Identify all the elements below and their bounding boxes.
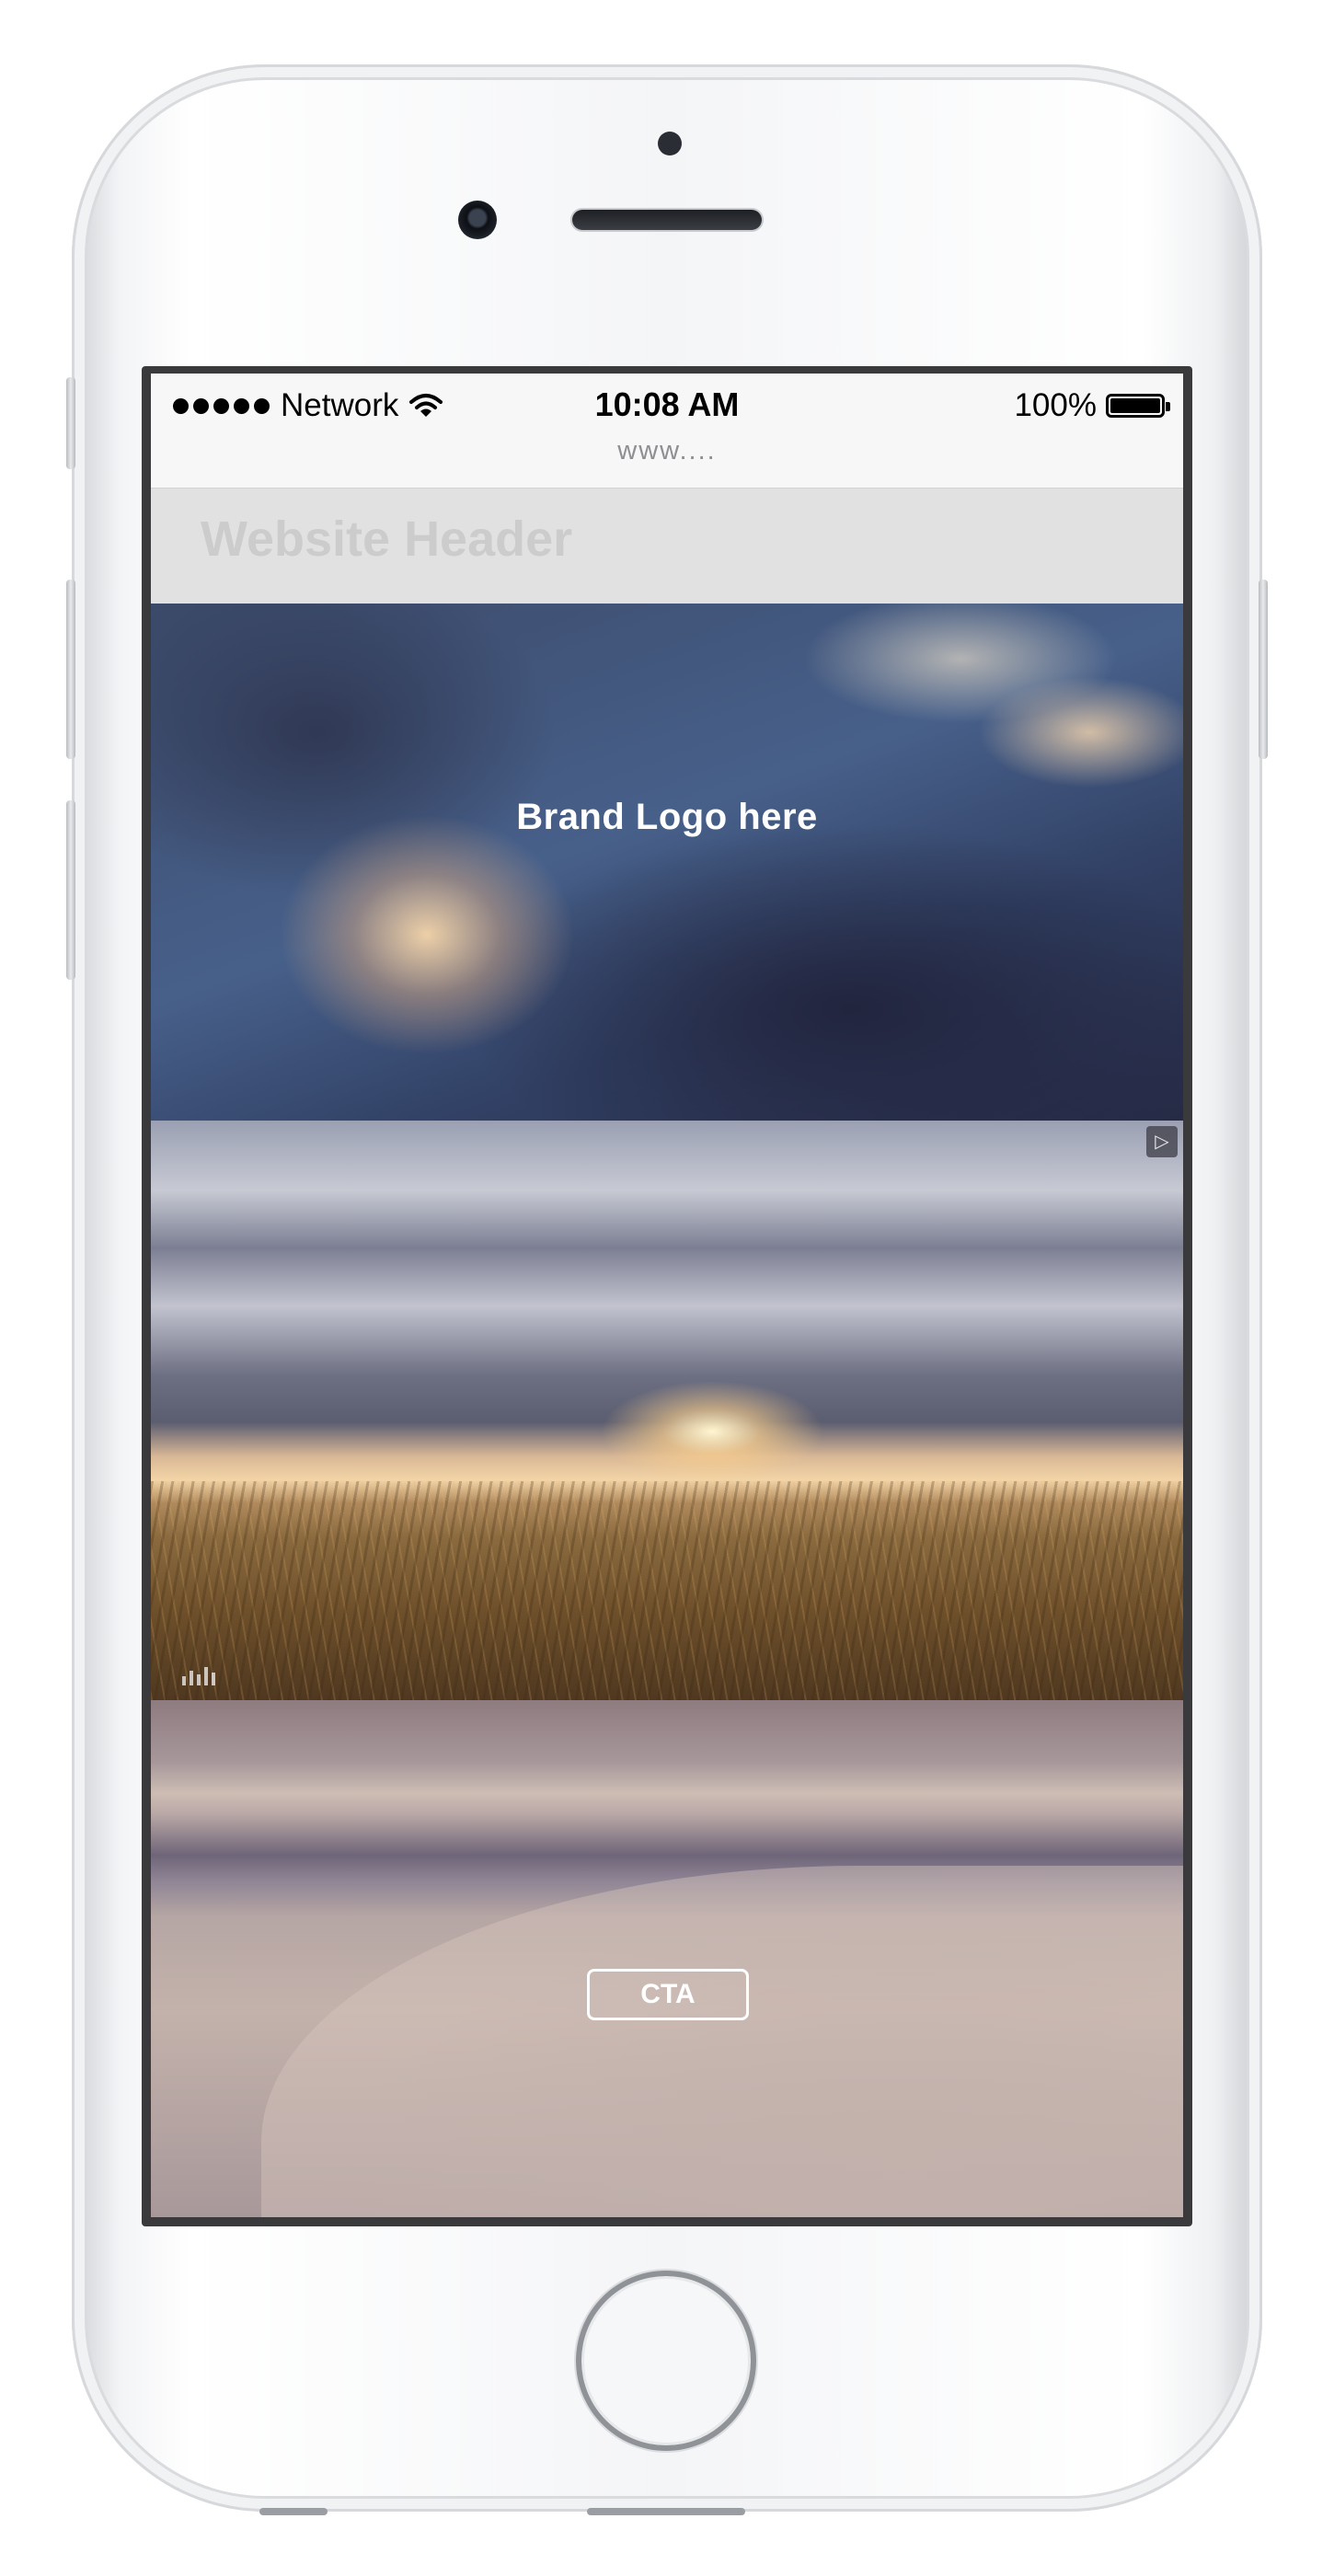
earpiece-speaker [572, 210, 762, 230]
volume-up-button [66, 580, 75, 759]
bottom-edge-right [587, 2508, 745, 2515]
status-right: 100% [1014, 387, 1170, 424]
address-bar-url[interactable]: www.... [151, 436, 1183, 466]
front-camera-icon [458, 201, 497, 239]
website-header-title: Website Header [201, 512, 573, 567]
phone-screen: Network 10:08 AM 100% www.... Website He… [142, 366, 1192, 2226]
status-bar: Network 10:08 AM 100% [151, 374, 1183, 438]
home-button[interactable] [576, 2271, 756, 2451]
volume-down-button [66, 800, 75, 980]
silent-switch [66, 377, 75, 469]
video-field-section[interactable]: ▷ [151, 1121, 1183, 1700]
proximity-sensor [658, 132, 682, 155]
browser-viewport: Network 10:08 AM 100% www.... Website He… [151, 374, 1183, 2217]
dune-shape [261, 1866, 1183, 2217]
audio-bars-icon[interactable] [182, 1667, 215, 1685]
ad-play-icon[interactable]: ▷ [1146, 1126, 1178, 1157]
battery-icon [1106, 394, 1170, 418]
battery-percent: 100% [1014, 387, 1097, 423]
hero-dune-section: CTA [151, 1700, 1183, 2217]
grass-texture [151, 1481, 1183, 1700]
hero-sky-section: Brand Logo here [151, 604, 1183, 1121]
brand-logo-text: Brand Logo here [516, 797, 818, 837]
battery-level-fill [1110, 398, 1160, 413]
power-button [1259, 580, 1268, 759]
cta-button[interactable]: CTA [587, 1969, 749, 2020]
website-header: Website Header [151, 488, 1183, 604]
bottom-edge-left [259, 2508, 328, 2515]
